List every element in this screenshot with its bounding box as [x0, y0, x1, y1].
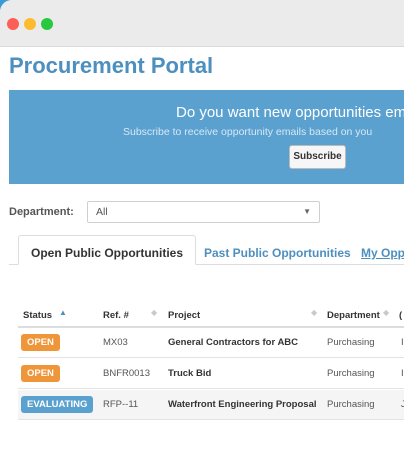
department-filter-label: Department: — [9, 206, 74, 218]
sort-icon[interactable]: ◆ — [151, 308, 157, 317]
column-header-extra[interactable]: ( — [399, 310, 402, 321]
status-badge: EVALUATING — [21, 396, 94, 413]
subscribe-button[interactable]: Subscribe — [289, 145, 346, 169]
subscribe-banner: Do you want new opportunities emai Subsc… — [9, 90, 404, 184]
ref-cell: RFP--11 — [103, 399, 139, 410]
minimize-window-button[interactable] — [24, 18, 36, 30]
ref-cell: MX03 — [103, 337, 128, 348]
column-header-department[interactable]: Department — [327, 310, 380, 321]
department-select-value: All — [96, 206, 108, 218]
column-header-ref[interactable]: Ref. # — [103, 310, 129, 321]
sort-icon[interactable]: ◆ — [383, 308, 389, 317]
table-row[interactable]: EVALUATING RFP--11 Waterfront Engineerin… — [18, 390, 404, 420]
tab-past-public-opportunities[interactable]: Past Public Opportunities — [204, 246, 351, 260]
banner-heading: Do you want new opportunities emai — [176, 104, 404, 121]
status-badge: OPEN — [21, 334, 60, 351]
column-header-status[interactable]: Status — [23, 310, 52, 321]
project-link[interactable]: Waterfront Engineering Proposal — [168, 399, 317, 410]
close-window-button[interactable] — [7, 18, 19, 30]
extra-cell: I — [401, 368, 404, 379]
title-bar — [0, 0, 404, 47]
chevron-down-icon: ▼ — [303, 207, 311, 216]
table-row[interactable]: OPEN BNFR0013 Truck Bid Purchasing I — [18, 359, 404, 389]
table-header: Status ▲ Ref. # ◆ Project ◆ Department ◆… — [18, 304, 404, 328]
department-cell: Purchasing — [327, 399, 375, 410]
department-cell: Purchasing — [327, 337, 375, 348]
tab-my-opportunities[interactable]: My Opp — [361, 246, 404, 260]
sort-ascending-icon[interactable]: ▲ — [59, 308, 67, 317]
project-link[interactable]: General Contractors for ABC — [168, 337, 298, 348]
department-cell: Purchasing — [327, 368, 375, 379]
tab-open-public-opportunities[interactable]: Open Public Opportunities — [18, 235, 197, 265]
ref-cell: BNFR0013 — [103, 368, 150, 379]
page-title: Procurement Portal — [9, 53, 214, 78]
maximize-window-button[interactable] — [41, 18, 53, 30]
extra-cell: I — [401, 337, 404, 348]
banner-subtext: Subscribe to receive opportunity emails … — [123, 126, 373, 138]
project-link[interactable]: Truck Bid — [168, 368, 211, 379]
table-row[interactable]: OPEN MX03 General Contractors for ABC Pu… — [18, 328, 404, 358]
status-badge: OPEN — [21, 365, 60, 382]
column-header-project[interactable]: Project — [168, 310, 200, 321]
browser-window: Procurement Portal Do you want new oppor… — [0, 0, 404, 452]
sort-icon[interactable]: ◆ — [311, 308, 317, 317]
department-select[interactable]: All ▼ — [87, 201, 320, 223]
